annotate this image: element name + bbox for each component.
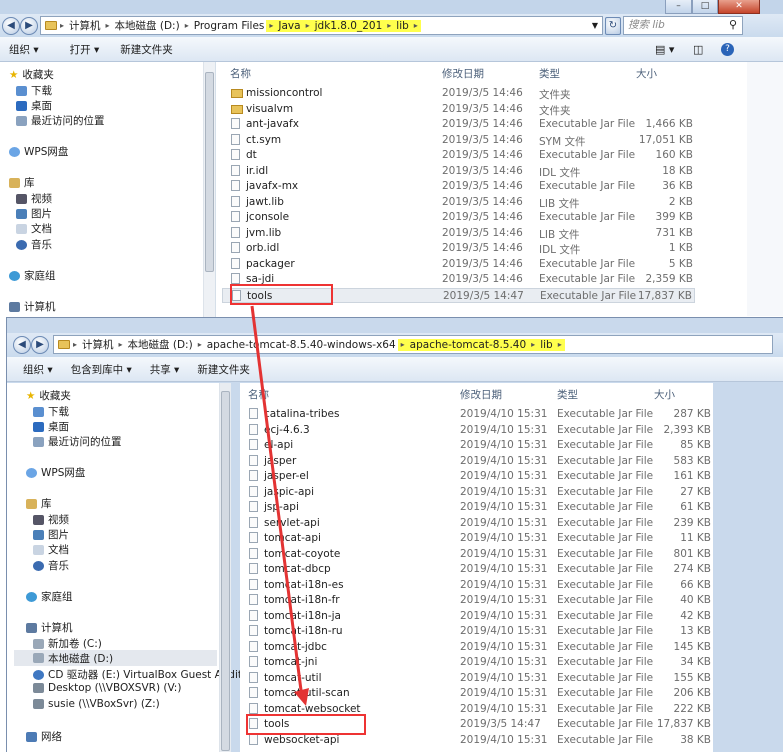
arrow-line bbox=[250, 305, 304, 699]
arrow-head bbox=[294, 688, 309, 706]
drag-arrow-annotation bbox=[250, 305, 309, 706]
